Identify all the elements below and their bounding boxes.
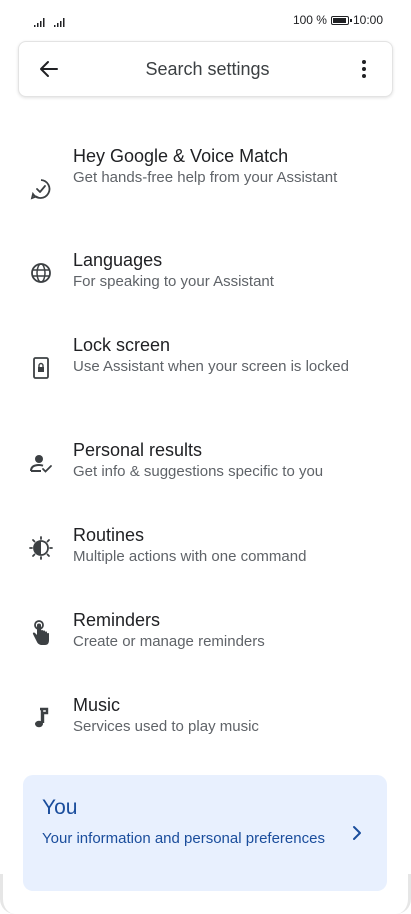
setting-music[interactable]: Music Services used to play music — [0, 693, 411, 737]
setting-subtitle: Get hands-free help from your Assistant — [73, 169, 338, 186]
setting-personal-results[interactable]: Personal results Get info & suggestions … — [0, 438, 411, 482]
you-card-subtitle: Your information and personal preference… — [42, 830, 325, 847]
search-input[interactable]: Search settings — [79, 59, 336, 80]
voice-match-icon — [28, 176, 54, 202]
status-bar: 100 % 10:00 — [0, 0, 411, 40]
clock: 10:00 — [352, 13, 383, 27]
signal-indicators — [34, 13, 68, 27]
back-button[interactable] — [19, 41, 79, 97]
setting-title: Routines — [73, 525, 145, 545]
battery-percent: 100 % — [292, 13, 327, 27]
setting-title: Languages — [73, 250, 163, 270]
setting-title: Music — [73, 695, 121, 715]
setting-title: Reminders — [73, 610, 161, 630]
setting-subtitle: For speaking to your Assistant — [73, 273, 274, 290]
setting-subtitle: Services used to play music — [73, 718, 259, 735]
setting-title: Hey Google & Voice Match — [73, 146, 289, 166]
lock-screen-icon — [28, 355, 54, 381]
search-bar: Search settings — [18, 41, 393, 97]
battery-icon — [330, 15, 352, 25]
arrow-back-icon — [40, 61, 58, 77]
screen-corner — [0, 874, 15, 914]
reminder-hand-icon — [28, 620, 54, 646]
globe-icon — [28, 260, 54, 286]
setting-subtitle: Use Assistant when your screen is locked — [73, 358, 349, 375]
signal-icon — [54, 18, 65, 27]
setting-subtitle: Create or manage reminders — [73, 633, 265, 650]
setting-title: Lock screen — [73, 335, 171, 355]
chevron-right-icon — [349, 821, 365, 845]
signal-icon — [34, 18, 45, 27]
setting-subtitle: Get info & suggestions specific to you — [73, 463, 324, 480]
you-card[interactable]: You Your information and personal prefer… — [23, 775, 387, 891]
setting-hey-google[interactable]: Hey Google & Voice Match Get hands-free … — [0, 144, 411, 200]
more-vert-icon — [362, 60, 366, 78]
setting-reminders[interactable]: Reminders Create or manage reminders — [0, 608, 411, 652]
setting-lock-screen[interactable]: Lock screen Use Assistant when your scre… — [0, 333, 411, 379]
status-right: 100 % 10:00 — [293, 13, 383, 27]
setting-subtitle: Multiple actions with one command — [73, 548, 307, 565]
music-note-icon — [28, 705, 54, 731]
routines-icon — [28, 535, 54, 561]
more-options-button[interactable] — [336, 41, 392, 97]
setting-routines[interactable]: Routines Multiple actions with one comma… — [0, 523, 411, 567]
setting-languages[interactable]: Languages For speaking to your Assistant — [0, 248, 411, 292]
person-check-icon — [28, 450, 54, 476]
screen-corner — [396, 874, 411, 914]
setting-title: Personal results — [73, 440, 203, 460]
you-card-title: You — [42, 796, 78, 819]
